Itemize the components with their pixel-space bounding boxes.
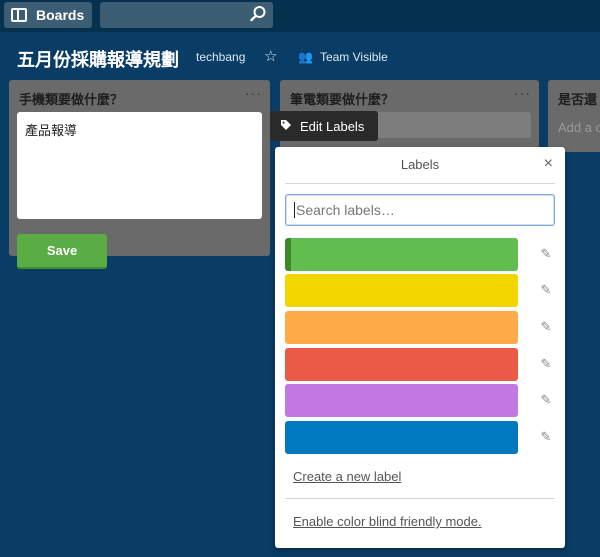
list-title[interactable]: 是否還 bbox=[558, 89, 597, 108]
pencil-icon[interactable]: ✎ bbox=[537, 318, 555, 336]
save-button[interactable]: Save bbox=[17, 234, 107, 269]
divider bbox=[285, 498, 555, 499]
top-bar: Boards bbox=[0, 0, 600, 32]
labels-popover: Labels × Search labels… ✎ ✎ ✎ ✎ ✎ ✎ Crea… bbox=[275, 147, 565, 548]
board-header: 五月份採購報導規劃 techbang ☆ 👥 Team Visible bbox=[0, 42, 600, 72]
label-search-input[interactable]: Search labels… bbox=[285, 194, 555, 226]
tag-icon bbox=[280, 119, 292, 134]
label-swatch-yellow[interactable] bbox=[285, 274, 518, 307]
card-title-editor[interactable]: 產品報導 bbox=[17, 112, 262, 219]
list-phones: 手機類要做什麼？ ··· 產品報導 Save bbox=[9, 80, 270, 269]
label-swatch-blue[interactable] bbox=[285, 421, 518, 454]
label-row-red: ✎ bbox=[285, 348, 555, 381]
search-icon bbox=[250, 6, 266, 22]
label-swatch-red[interactable] bbox=[285, 348, 518, 381]
pencil-icon[interactable]: ✎ bbox=[537, 428, 555, 446]
add-card-link[interactable]: Add a c bbox=[558, 120, 600, 135]
label-swatch-purple[interactable] bbox=[285, 384, 518, 417]
edit-labels-label: Edit Labels bbox=[300, 118, 365, 134]
boards-button[interactable]: Boards bbox=[4, 2, 92, 28]
list-menu-button[interactable]: ··· bbox=[245, 85, 262, 101]
list-third: 是否還 Add a c bbox=[548, 80, 600, 152]
label-row-green: ✎ bbox=[285, 238, 555, 271]
label-row-blue: ✎ bbox=[285, 421, 555, 454]
close-icon[interactable]: × bbox=[544, 155, 553, 173]
boards-label: Boards bbox=[36, 7, 85, 23]
divider bbox=[285, 183, 555, 184]
team-name[interactable]: techbang bbox=[196, 50, 245, 64]
boards-icon bbox=[11, 8, 27, 22]
pencil-icon[interactable]: ✎ bbox=[537, 355, 555, 373]
create-label-link[interactable]: Create a new label bbox=[293, 469, 401, 484]
label-swatch-orange[interactable] bbox=[285, 311, 518, 344]
pencil-icon[interactable]: ✎ bbox=[537, 281, 555, 299]
edit-labels-button[interactable]: Edit Labels bbox=[270, 111, 378, 141]
list-title[interactable]: 手機類要做什麼？ bbox=[19, 89, 123, 108]
label-swatch-green[interactable] bbox=[285, 238, 518, 271]
visibility-label: Team Visible bbox=[319, 50, 388, 64]
colorblind-mode-link[interactable]: Enable color blind friendly mode. bbox=[293, 514, 482, 529]
popover-title: Labels bbox=[400, 157, 440, 172]
label-row-purple: ✎ bbox=[285, 384, 555, 417]
label-row-yellow: ✎ bbox=[285, 274, 555, 307]
text-caret bbox=[294, 202, 295, 218]
board-title[interactable]: 五月份採購報導規劃 bbox=[17, 46, 179, 72]
visibility-button[interactable]: 👥 Team Visible bbox=[298, 50, 388, 64]
pencil-icon[interactable]: ✎ bbox=[537, 245, 555, 263]
label-row-orange: ✎ bbox=[285, 311, 555, 344]
list-title[interactable]: 筆電類要做什麼？ bbox=[290, 89, 394, 108]
star-icon[interactable]: ☆ bbox=[264, 47, 277, 65]
search-input[interactable] bbox=[100, 2, 273, 28]
pencil-icon[interactable]: ✎ bbox=[537, 391, 555, 409]
label-search-placeholder: Search labels… bbox=[296, 202, 395, 218]
list-menu-button[interactable]: ··· bbox=[514, 85, 531, 101]
people-icon: 👥 bbox=[298, 50, 313, 64]
